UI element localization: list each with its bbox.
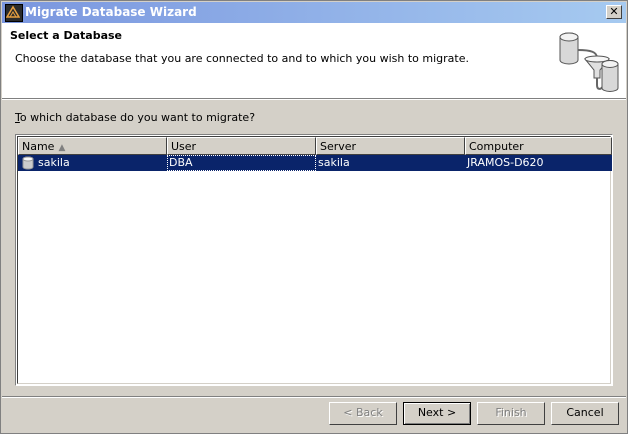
cancel-button[interactable]: Cancel [551,402,619,425]
page-description: Choose the database that you are connect… [15,52,469,65]
cell-user: DBA [167,155,316,171]
database-question-label: To which database do you want to migrate… [15,111,256,124]
column-header-name[interactable]: Name ▲ [18,137,167,155]
title-bar[interactable]: Migrate Database Wizard ✕ [2,2,626,23]
window-title: Migrate Database Wizard [25,5,197,19]
cell-server: sakila [318,156,350,169]
close-icon: ✕ [609,5,619,18]
wizard-header: Select a Database Choose the database th… [2,23,626,99]
database-list[interactable]: Name ▲ User Server Computer sakila DBA s… [15,134,613,386]
close-button[interactable]: ✕ [606,5,622,19]
cell-computer: JRAMOS-D620 [467,156,544,169]
sort-ascending-icon: ▲ [58,143,66,153]
table-row[interactable]: sakila DBA sakila JRAMOS-D620 [18,155,612,171]
page-title: Select a Database [10,29,123,42]
finish-button[interactable]: Finish [477,402,545,425]
database-migrate-icon [555,28,621,97]
column-header-user[interactable]: User [167,137,316,155]
list-header: Name ▲ User Server Computer [18,137,612,155]
wizard-window: Migrate Database Wizard ✕ Select a Datab… [0,0,628,434]
app-icon [5,4,23,22]
column-header-computer[interactable]: Computer [465,137,612,155]
database-icon [22,156,34,174]
next-button[interactable]: Next > [403,402,471,425]
header-divider [2,99,626,100]
cell-name: sakila [18,155,167,171]
back-button[interactable]: < Back [329,402,397,425]
column-header-server[interactable]: Server [316,137,465,155]
